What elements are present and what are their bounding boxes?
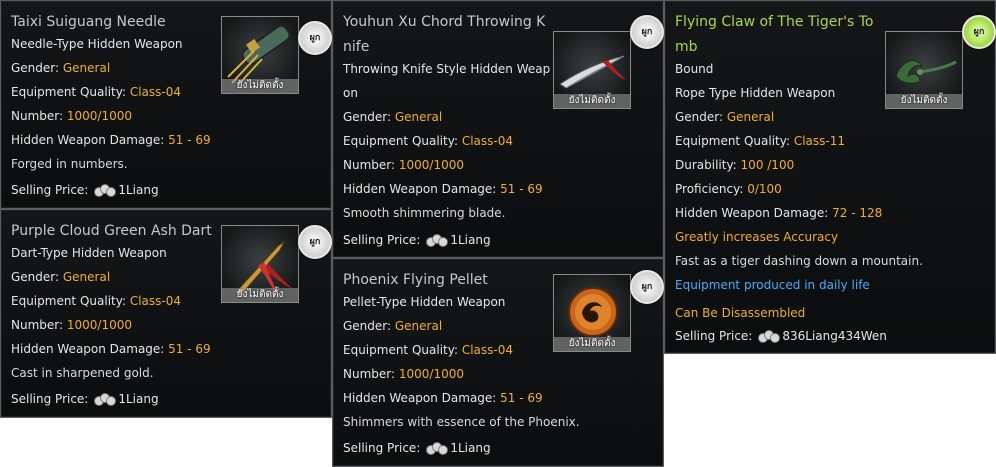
icon-status-label: ยังไม่ติดตั้ง — [554, 337, 630, 351]
disassemble-note: Can Be Disassembled — [675, 306, 806, 320]
price-value: 1Liang — [118, 183, 159, 197]
price-label: Selling Price: — [343, 441, 421, 455]
coin-icon — [94, 393, 117, 406]
selling-price: Selling Price: 1Liang — [343, 441, 491, 455]
item-tooltip-purple-dart: Purple Cloud Green Ash Dart Dart-Type Hi… — [0, 209, 332, 418]
item-tooltip-flying-claw: Flying Claw of The Tiger's To mb Bound R… — [664, 0, 996, 354]
price-value: 836Liang434Wen — [782, 329, 887, 343]
item-description: Smooth shimmering blade. — [343, 206, 506, 220]
coin-icon — [758, 330, 781, 343]
number-label: Number: — [343, 367, 399, 381]
quality-value: Class-11 — [793, 134, 845, 148]
number-value: 1000/1000 — [398, 158, 464, 172]
damage-value: 51 - 69 — [500, 391, 543, 405]
selling-price: Selling Price: 1Liang — [11, 183, 159, 197]
damage-label: Hidden Weapon Damage: — [675, 206, 833, 220]
produced-note: Equipment produced in daily life — [675, 278, 870, 292]
proficiency-label: Proficiency: — [675, 182, 748, 196]
number-label: Number: — [11, 318, 67, 332]
gender-value: General — [62, 61, 111, 75]
damage-value: 51 - 69 — [500, 182, 543, 196]
gender-value: General — [726, 110, 775, 124]
item-type: Dart-Type Hidden Weapon — [11, 246, 167, 260]
gender-label: Gender: — [343, 110, 395, 124]
damage-label: Hidden Weapon Damage: — [11, 342, 169, 356]
quality-value: Class-04 — [129, 294, 181, 308]
damage-label: Hidden Weapon Damage: — [343, 391, 501, 405]
number-label: Number: — [11, 109, 67, 123]
accuracy-bonus: Greatly increases Accuracy — [675, 230, 839, 244]
item-description: Fast as a tiger dashing down a mountain. — [675, 254, 923, 268]
number-value: 1000/1000 — [398, 367, 464, 381]
number-value: 1000/1000 — [66, 318, 132, 332]
gender-label: Gender: — [343, 319, 395, 333]
coin-icon — [426, 442, 449, 455]
quality-label: Equipment Quality: — [343, 343, 462, 357]
selling-price: Selling Price: 1Liang — [343, 233, 491, 247]
item-icon-knife: ยังไม่ติดตั้ง — [553, 31, 631, 109]
quality-value: Class-04 — [129, 85, 181, 99]
item-icon-dart: ยังไม่ติดตั้ง — [221, 225, 299, 303]
coin-icon — [94, 184, 117, 197]
damage-label: Hidden Weapon Damage: — [343, 182, 501, 196]
price-value: 1Liang — [450, 441, 491, 455]
item-description: Shimmers with essence of the Phoenix. — [343, 415, 580, 429]
number-label: Number: — [343, 158, 399, 172]
durability-label: Durability: — [675, 158, 741, 172]
gender-label: Gender: — [11, 61, 63, 75]
item-tooltip-phoenix-pellet: Phoenix Flying Pellet Pellet-Type Hidden… — [332, 258, 664, 467]
gender-label: Gender: — [675, 110, 727, 124]
bound-badge-icon: ผูก — [962, 15, 996, 49]
proficiency-value: 0/100 — [747, 182, 782, 196]
icon-status-label: ยังไม่ติดตั้ง — [886, 94, 962, 108]
price-label: Selling Price: — [11, 392, 89, 406]
item-type: Needle-Type Hidden Weapon — [11, 37, 183, 51]
item-description: Cast in sharpened gold. — [11, 366, 154, 380]
quality-label: Equipment Quality: — [11, 85, 130, 99]
damage-value: 51 - 69 — [168, 133, 211, 147]
item-type: Throwing Knife Style Hidden Weap on — [343, 62, 551, 100]
item-icon-needle: ยังไม่ติดตั้ง — [221, 16, 299, 94]
durability-value: 100 /100 — [740, 158, 795, 172]
item-title: Flying Claw of The Tiger's To mb — [675, 14, 874, 55]
coin-icon — [426, 234, 449, 247]
selling-price: Selling Price: 1Liang — [11, 392, 159, 406]
number-value: 1000/1000 — [66, 109, 132, 123]
quality-label: Equipment Quality: — [11, 294, 130, 308]
item-tooltip-throwing-knife: Youhun Xu Chord Throwing K nife Throwing… — [332, 0, 664, 258]
icon-status-label: ยังไม่ติดตั้ง — [222, 288, 298, 302]
item-icon-pellet: ยังไม่ติดตั้ง — [553, 274, 631, 352]
quality-label: Equipment Quality: — [343, 134, 462, 148]
damage-value: 51 - 69 — [168, 342, 211, 356]
gender-value: General — [394, 110, 443, 124]
item-tooltip-taixi-needle: Taixi Suiguang Needle Needle-Type Hidden… — [0, 0, 332, 209]
gender-value: General — [62, 270, 111, 284]
price-value: 1Liang — [118, 392, 159, 406]
item-title: Youhun Xu Chord Throwing K nife — [343, 14, 546, 55]
bound-badge-icon: ผูก — [298, 21, 332, 55]
quality-value: Class-04 — [461, 343, 513, 357]
price-label: Selling Price: — [343, 233, 421, 247]
item-type: Pellet-Type Hidden Weapon — [343, 295, 506, 309]
price-label: Selling Price: — [675, 329, 753, 343]
item-icon-claw: ยังไม่ติดตั้ง — [885, 31, 963, 109]
damage-label: Hidden Weapon Damage: — [11, 133, 169, 147]
price-label: Selling Price: — [11, 183, 89, 197]
quality-label: Equipment Quality: — [675, 134, 794, 148]
quality-value: Class-04 — [461, 134, 513, 148]
price-value: 1Liang — [450, 233, 491, 247]
item-description: Forged in numbers. — [11, 157, 128, 171]
bound-badge-icon: ผูก — [630, 270, 664, 304]
bound-badge-icon: ผูก — [298, 225, 332, 259]
selling-price: Selling Price: 836Liang434Wen — [675, 329, 887, 343]
gender-label: Gender: — [11, 270, 63, 284]
icon-status-label: ยังไม่ติดตั้ง — [222, 79, 298, 93]
damage-value: 72 - 128 — [832, 206, 883, 220]
gender-value: General — [394, 319, 443, 333]
icon-status-label: ยังไม่ติดตั้ง — [554, 94, 630, 108]
bound-badge-icon: ผูก — [630, 15, 664, 49]
